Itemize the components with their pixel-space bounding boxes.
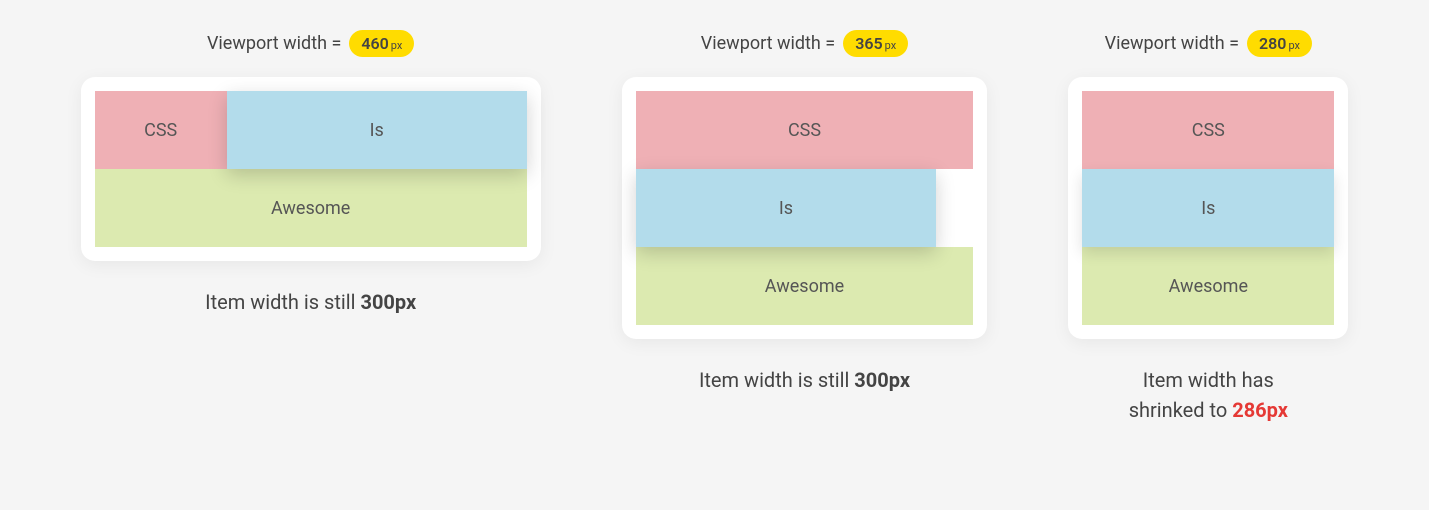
item-width-caption: Item width has shrinked to 286px [1129, 365, 1288, 425]
flex-item-css: CSS [636, 91, 973, 169]
flex-item-css: CSS [1082, 91, 1334, 169]
viewport-badge: 365 px [843, 30, 908, 57]
viewport-label-text: Viewport width = [207, 33, 341, 54]
flex-item-awesome: Awesome [636, 247, 973, 325]
flex-item-is: Is [636, 169, 936, 247]
flex-container: CSS Is Awesome [95, 91, 527, 247]
caption-value: 300px [360, 290, 416, 314]
flex-container: CSS Is Awesome [1082, 91, 1334, 325]
viewport-unit: px [1288, 39, 1300, 52]
flex-item-is: Is [1082, 169, 1334, 247]
viewport-value: 460 [361, 34, 388, 53]
item-width-caption: Item width is still 300px [699, 365, 910, 395]
flex-container: CSS Is Awesome [636, 91, 973, 325]
flex-item-awesome: Awesome [95, 169, 527, 247]
viewport-card: CSS Is Awesome [1068, 77, 1348, 339]
viewport-badge: 460 px [349, 30, 414, 57]
viewport-badge: 280 px [1247, 30, 1312, 57]
viewport-label-text: Viewport width = [701, 33, 835, 54]
example-460: Viewport width = 460 px CSS Is Awesome I… [81, 30, 541, 317]
viewport-label: Viewport width = 280 px [1105, 30, 1312, 57]
caption-text: Item width is still [699, 368, 854, 392]
viewport-label: Viewport width = 460 px [207, 30, 414, 57]
caption-value: 286px [1232, 398, 1288, 422]
item-width-caption: Item width is still 300px [205, 287, 416, 317]
viewport-unit: px [391, 39, 403, 52]
flex-item-awesome: Awesome [1082, 247, 1334, 325]
caption-line1: Item width has [1143, 368, 1274, 392]
viewport-card: CSS Is Awesome [81, 77, 541, 261]
viewport-label-text: Viewport width = [1105, 33, 1239, 54]
viewport-value: 365 [855, 34, 882, 53]
flex-item-is: Is [227, 91, 527, 169]
viewport-label: Viewport width = 365 px [701, 30, 908, 57]
example-365: Viewport width = 365 px CSS Is Awesome I… [622, 30, 987, 395]
flex-item-css: CSS [95, 91, 227, 169]
viewport-unit: px [885, 39, 897, 52]
viewport-card: CSS Is Awesome [622, 77, 987, 339]
caption-line2-text: shrinked to [1129, 398, 1233, 422]
viewport-value: 280 [1259, 34, 1286, 53]
example-280: Viewport width = 280 px CSS Is Awesome I… [1068, 30, 1348, 425]
caption-value: 300px [854, 368, 910, 392]
caption-text: Item width is still [205, 290, 360, 314]
